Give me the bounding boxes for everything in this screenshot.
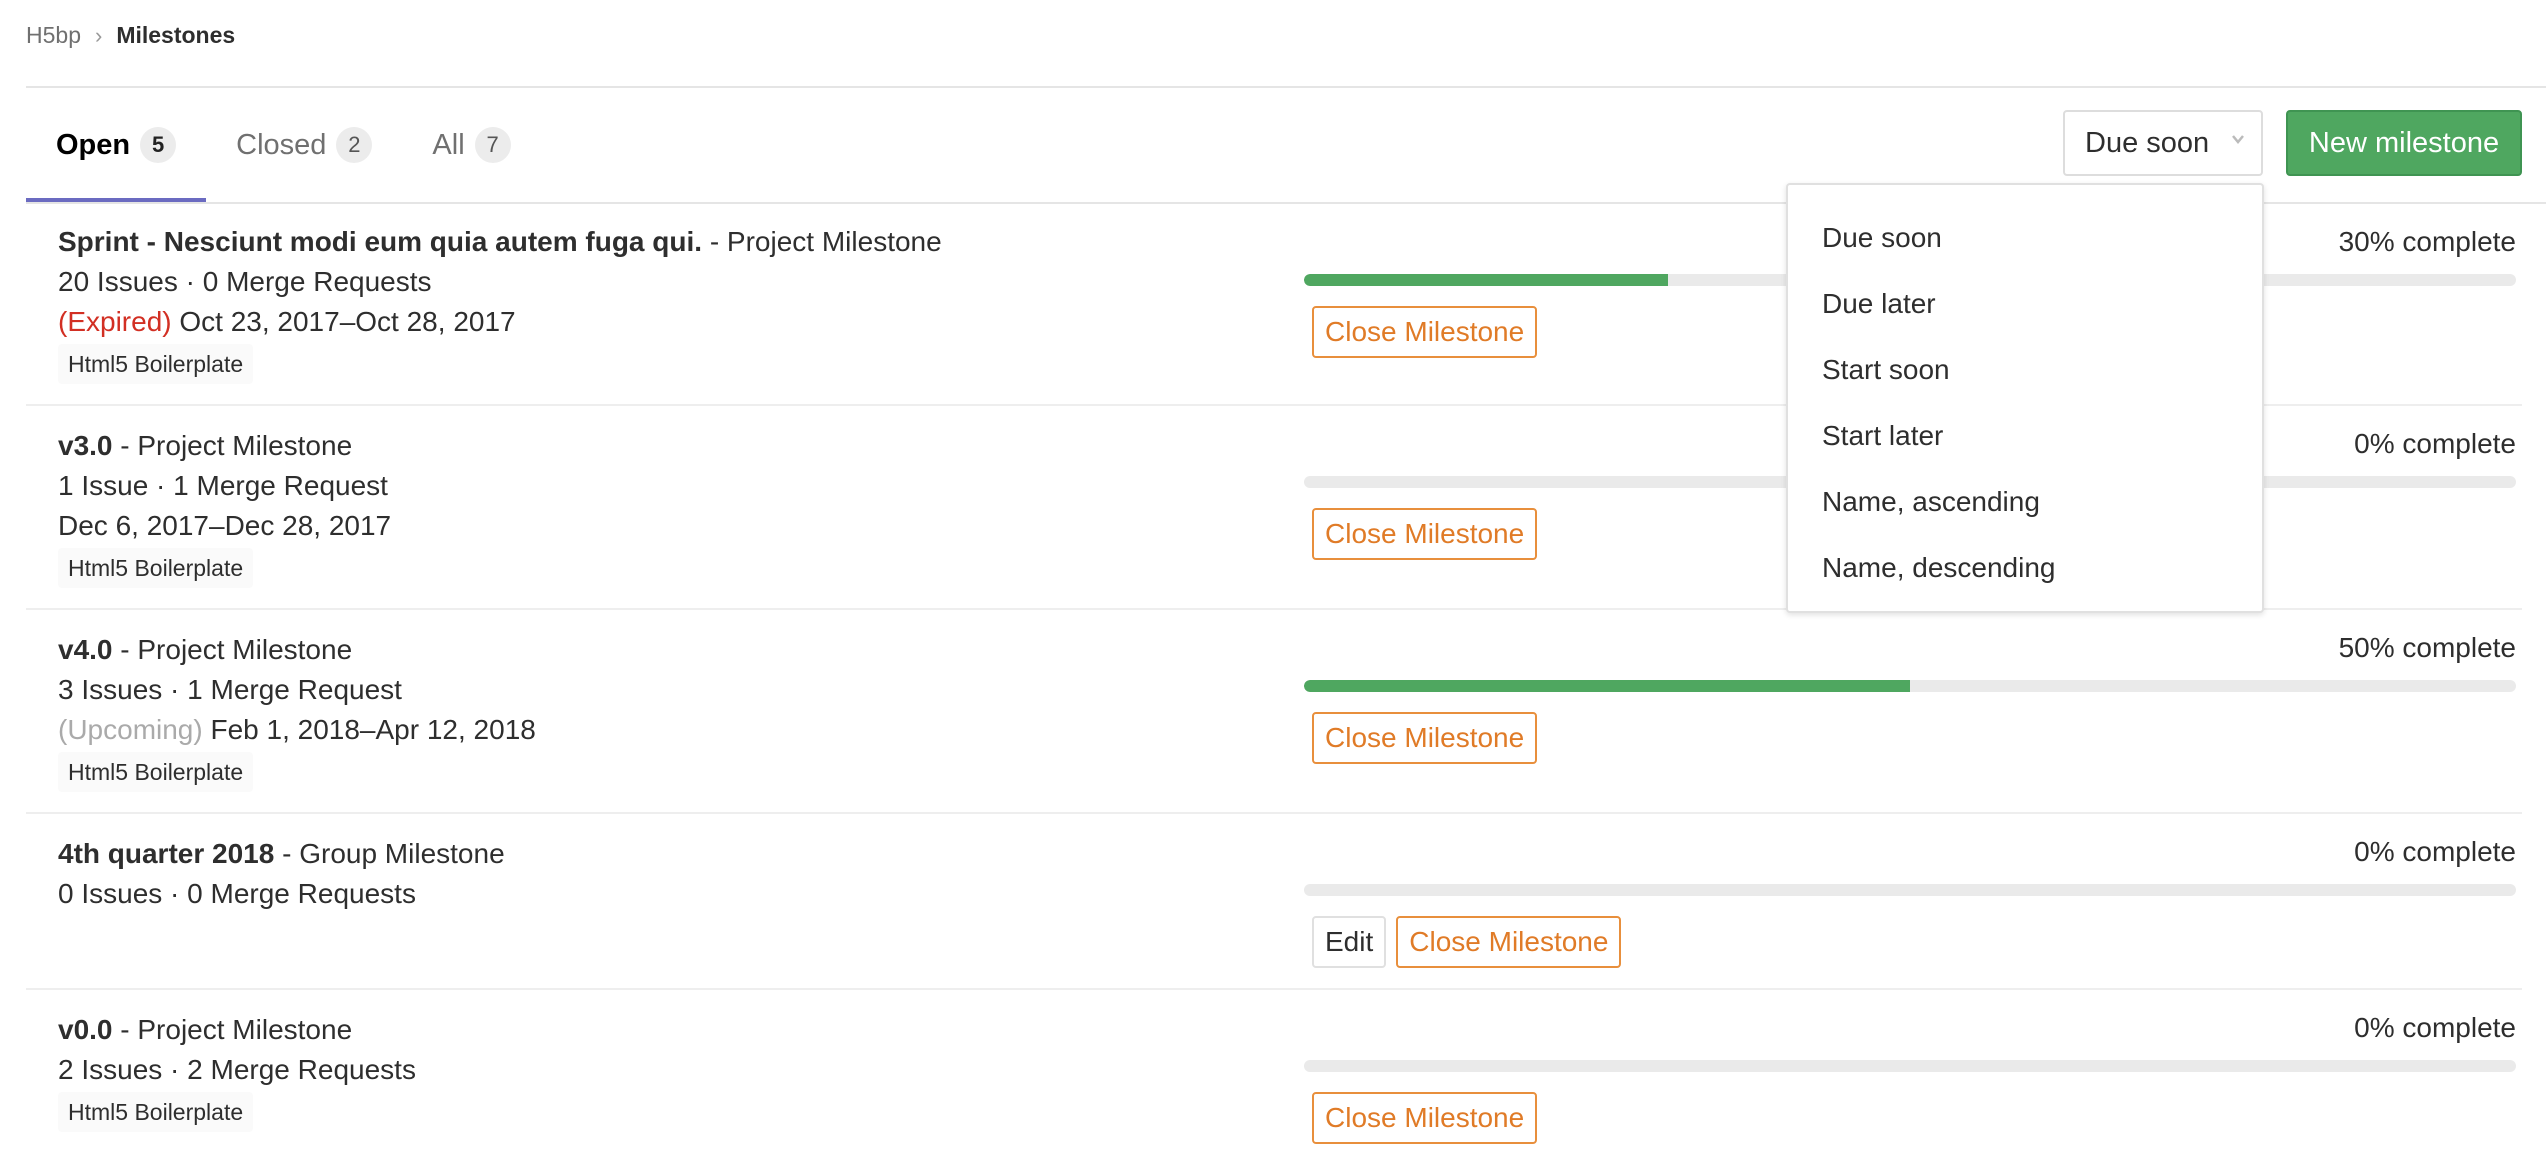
breadcrumb-parent-link[interactable]: H5bp xyxy=(26,22,81,49)
milestone-title-link[interactable]: v3.0 xyxy=(58,430,113,461)
tab-label: Closed xyxy=(236,128,327,161)
sort-dropdown-menu: Due soon Due later Start soon Start late… xyxy=(1786,183,2264,613)
milestone-title-link[interactable]: Sprint - Nesciunt modi eum quia autem fu… xyxy=(58,226,702,257)
milestone-title-line: Sprint - Nesciunt modi eum quia autem fu… xyxy=(58,222,942,262)
milestone-title-line: v3.0 - Project Milestone xyxy=(58,426,391,466)
sort-option-name-desc[interactable]: Name, descending xyxy=(1788,535,2262,601)
new-milestone-button[interactable]: New milestone xyxy=(2286,110,2522,176)
expired-status: (Expired) xyxy=(58,306,172,337)
project-label[interactable]: Html5 Boilerplate xyxy=(58,1092,254,1132)
milestone-type: - Project Milestone xyxy=(112,634,353,665)
progress-bar xyxy=(1304,1060,2516,1072)
progress-label: 0% complete xyxy=(2354,1012,2516,1043)
chevron-down-icon xyxy=(2232,135,2244,144)
milestone-title-line: v0.0 - Project Milestone xyxy=(58,1010,416,1050)
tab-all[interactable]: All 7 xyxy=(402,88,540,202)
milestone-title-line: v4.0 - Project Milestone xyxy=(58,630,536,670)
sort-selected-label: Due soon xyxy=(2085,126,2210,159)
close-milestone-button[interactable]: Close Milestone xyxy=(1312,712,1538,764)
milestone-counts: 1 Issue · 1 Merge Request xyxy=(58,470,388,501)
progress-bar xyxy=(1304,680,2516,692)
milestone-counts: 0 Issues · 0 Merge Requests xyxy=(58,878,416,909)
milestone-type: - Project Milestone xyxy=(702,226,942,257)
tab-label: All xyxy=(432,128,465,161)
breadcrumb-current[interactable]: Milestones xyxy=(116,22,235,49)
progress-bar xyxy=(1304,884,2516,896)
milestone-row: v0.0 - Project Milestone 2 Issues · 2 Me… xyxy=(26,990,2522,1168)
count-badge: 5 xyxy=(140,127,177,163)
milestone-type: - Group Milestone xyxy=(274,838,505,869)
edit-milestone-button[interactable]: Edit xyxy=(1312,916,1387,968)
sort-dropdown-button[interactable]: Due soon xyxy=(2063,110,2263,176)
progress-label: 0% complete xyxy=(2354,836,2516,867)
milestone-dates: Oct 23, 2017–Oct 28, 2017 xyxy=(171,306,516,337)
sort-option-due-later[interactable]: Due later xyxy=(1788,271,2262,337)
sort-option-name-asc[interactable]: Name, ascending xyxy=(1788,469,2262,535)
progress-fill xyxy=(1304,680,1910,692)
milestone-dates: Dec 6, 2017–Dec 28, 2017 xyxy=(58,510,392,541)
breadcrumb: H5bp › Milestones xyxy=(26,22,235,49)
milestone-type: - Project Milestone xyxy=(112,430,353,461)
milestone-dates: Feb 1, 2018–Apr 12, 2018 xyxy=(202,714,536,745)
sort-option-due-soon[interactable]: Due soon xyxy=(1788,205,2262,271)
milestone-row: 4th quarter 2018 - Group Milestone 0 Iss… xyxy=(26,814,2522,990)
close-milestone-button[interactable]: Close Milestone xyxy=(1312,1092,1538,1144)
count-badge: 2 xyxy=(336,127,373,163)
sort-option-start-later[interactable]: Start later xyxy=(1788,403,2262,469)
milestone-title-link[interactable]: v4.0 xyxy=(58,634,113,665)
upcoming-status: (Upcoming) xyxy=(58,714,203,745)
tab-label: Open xyxy=(56,128,131,161)
breadcrumb-separator-icon: › xyxy=(94,22,103,48)
progress-label: 50% complete xyxy=(2338,632,2516,663)
project-label[interactable]: Html5 Boilerplate xyxy=(58,548,254,588)
progress-label: 30% complete xyxy=(2338,226,2516,257)
tab-open[interactable]: Open 5 xyxy=(26,88,207,202)
milestone-counts: 3 Issues · 1 Merge Request xyxy=(58,674,402,705)
milestone-state-tabs: Open 5 Closed 2 All 7 xyxy=(26,88,541,202)
milestone-row: v4.0 - Project Milestone 3 Issues · 1 Me… xyxy=(26,610,2522,814)
close-milestone-button[interactable]: Close Milestone xyxy=(1312,306,1538,358)
milestone-counts: 20 Issues · 0 Merge Requests xyxy=(58,266,432,297)
milestone-title-line: 4th quarter 2018 - Group Milestone xyxy=(58,834,505,874)
milestone-counts: 2 Issues · 2 Merge Requests xyxy=(58,1054,416,1085)
tab-closed[interactable]: Closed 2 xyxy=(206,88,402,202)
close-milestone-button[interactable]: Close Milestone xyxy=(1396,916,1622,968)
milestone-title-link[interactable]: 4th quarter 2018 xyxy=(58,838,274,869)
project-label[interactable]: Html5 Boilerplate xyxy=(58,752,254,792)
sort-option-start-soon[interactable]: Start soon xyxy=(1788,337,2262,403)
close-milestone-button[interactable]: Close Milestone xyxy=(1312,508,1538,560)
milestone-dates-line: (Upcoming) Feb 1, 2018–Apr 12, 2018 xyxy=(58,710,536,750)
count-badge: 7 xyxy=(474,127,511,163)
milestone-title-link[interactable]: v0.0 xyxy=(58,1014,113,1045)
milestone-type: - Project Milestone xyxy=(112,1014,353,1045)
progress-label: 0% complete xyxy=(2354,428,2516,459)
progress-fill xyxy=(1304,274,1668,286)
project-label[interactable]: Html5 Boilerplate xyxy=(58,344,254,384)
milestone-dates-line: (Expired) Oct 23, 2017–Oct 28, 2017 xyxy=(58,302,942,342)
